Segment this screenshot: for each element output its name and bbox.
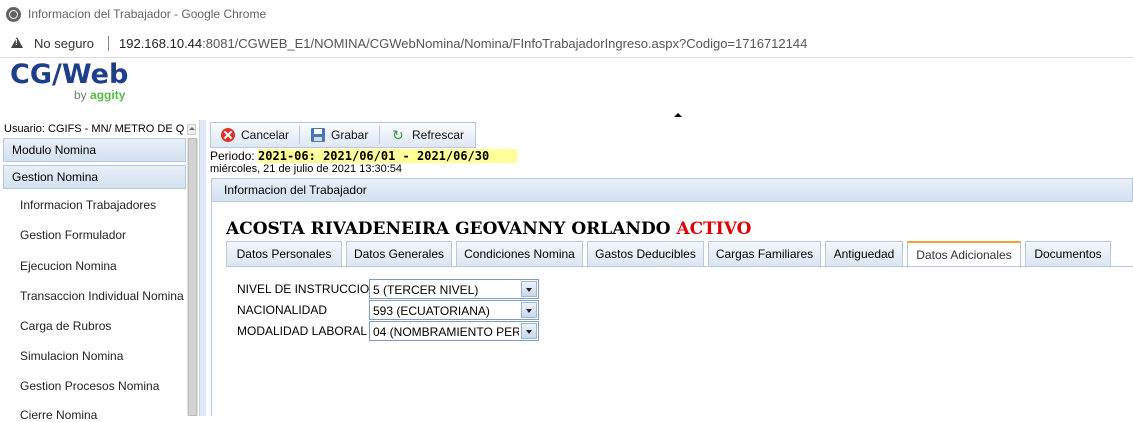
- warning-icon[interactable]: [11, 37, 23, 48]
- chevron-down-icon[interactable]: [521, 323, 537, 339]
- nacionalidad-select[interactable]: 593 (ECUATORIANA): [369, 300, 539, 320]
- tab-underline: [226, 266, 1133, 267]
- tab-condiciones-nomina[interactable]: Condiciones Nomina: [456, 241, 583, 267]
- current-date: miércoles, 21 de julio de 2021 13:30:54: [210, 163, 403, 175]
- save-icon: [311, 128, 325, 142]
- chevron-down-icon[interactable]: [521, 302, 537, 318]
- sidebar-item-transaccion-individual[interactable]: Transaccion Individual Nomina: [20, 289, 184, 303]
- chevron-down-icon[interactable]: [521, 281, 537, 297]
- tab-antiguedad[interactable]: Antiguedad: [825, 241, 903, 267]
- refresh-icon: ↻: [392, 127, 404, 143]
- nivel-instruccion-select[interactable]: 5 (TERCER NIVEL): [369, 279, 539, 299]
- period-label: Periodo:: [210, 149, 255, 163]
- panel-title: Informacion del Trabajador: [211, 178, 1133, 202]
- modalidad-laboral-select[interactable]: 04 (NOMBRAMIENTO PERM: [369, 321, 539, 341]
- browser-titlebar: Informacion del Trabajador - Google Chro…: [0, 0, 1133, 31]
- toolbar: Cancelar Grabar ↻ Refrescar: [210, 122, 476, 148]
- period-info: Periodo: 2021-06: 2021/06/01 - 2021/06/3…: [210, 149, 518, 163]
- modalidad-laboral-value: 04 (NOMBRAMIENTO PERM: [373, 325, 519, 339]
- logo-brand: CG/Web: [10, 59, 129, 90]
- period-value: 2021-06: 2021/06/01 - 2021/06/30: [258, 149, 518, 163]
- security-label[interactable]: No seguro: [34, 36, 94, 51]
- sidebar-scroll-thumb[interactable]: [188, 138, 197, 416]
- url-text[interactable]: 192.168.10.44:8081/CGWEB_E1/NOMINA/CGWeb…: [119, 36, 807, 51]
- sidebar-section-gestion-nomina[interactable]: Gestion Nomina: [3, 165, 186, 189]
- sidebar-item-cierre-nomina[interactable]: Cierre Nomina: [20, 408, 97, 422]
- toolbar-separator: [379, 126, 380, 144]
- field-label-nivel-instruccion: NIVEL DE INSTRUCCION: [237, 282, 378, 296]
- sidebar: Usuario: CGIFS - MN/ METRO DE Q Modulo N…: [0, 120, 200, 422]
- logo-by: by: [74, 88, 87, 102]
- tab-datos-personales[interactable]: Datos Personales: [226, 241, 342, 267]
- worker-status: ACTIVO: [676, 219, 752, 239]
- toolbar-separator: [299, 126, 300, 144]
- sidebar-item-gestion-formulador[interactable]: Gestion Formulador: [20, 228, 126, 242]
- sidebar-item-carga-rubros[interactable]: Carga de Rubros: [20, 319, 111, 333]
- tab-gastos-deducibles[interactable]: Gastos Deducibles: [587, 241, 704, 267]
- tab-cargas-familiares[interactable]: Cargas Familiares: [708, 241, 821, 267]
- tab-documentos[interactable]: Documentos: [1025, 241, 1111, 267]
- logo-byline: by aggity: [74, 88, 125, 102]
- nacionalidad-value: 593 (ECUATORIANA): [373, 304, 490, 318]
- sidebar-item-informacion-trabajadores[interactable]: Informacion Trabajadores: [20, 198, 156, 212]
- field-label-modalidad-laboral: MODALIDAD LABORAL: [237, 324, 368, 338]
- app-logo: CG/Web by aggity: [10, 59, 129, 103]
- field-label-nacionalidad: NACIONALIDAD: [237, 303, 328, 317]
- worker-name: ACOSTA RIVADENEIRA GEOVANNY ORLANDO: [226, 219, 671, 239]
- logo-company: aggity: [90, 88, 126, 102]
- nivel-instruccion-value: 5 (TERCER NIVEL): [373, 283, 479, 297]
- worker-name-heading: ACOSTA RIVADENEIRA GEOVANNY ORLANDO ACTI…: [226, 219, 751, 239]
- address-separator: [108, 36, 109, 51]
- cancel-label: Cancelar: [241, 128, 290, 142]
- sidebar-user: Usuario: CGIFS - MN/ METRO DE Q: [4, 123, 185, 135]
- save-label: Grabar: [331, 128, 369, 142]
- url-path: :8081/CGWEB_E1/NOMINA/CGWebNomina/Nomina…: [202, 36, 808, 51]
- sidebar-scrollbar[interactable]: [187, 138, 198, 416]
- splitter[interactable]: [199, 120, 206, 416]
- sidebar-section-modulo-nomina[interactable]: Modulo Nomina: [3, 138, 186, 162]
- sidebar-item-simulacion-nomina[interactable]: Simulacion Nomina: [20, 349, 123, 363]
- cancel-icon: [221, 128, 235, 142]
- collapse-header-caret-icon[interactable]: [674, 113, 682, 117]
- sidebar-item-ejecucion-nomina[interactable]: Ejecucion Nomina: [20, 259, 117, 273]
- sidebar-scroll-up-icon[interactable]: [187, 124, 196, 135]
- address-bar[interactable]: No seguro 192.168.10.44:8081/CGWEB_E1/NO…: [0, 30, 1133, 58]
- tab-datos-adicionales[interactable]: Datos Adicionales: [907, 241, 1021, 268]
- globe-icon: [6, 7, 21, 22]
- window-title: Informacion del Trabajador - Google Chro…: [28, 7, 267, 21]
- url-host: 192.168.10.44: [119, 36, 203, 51]
- sidebar-item-gestion-procesos[interactable]: Gestion Procesos Nomina: [20, 379, 159, 393]
- refresh-label: Refrescar: [412, 128, 465, 142]
- tab-datos-generales[interactable]: Datos Generales: [346, 241, 452, 267]
